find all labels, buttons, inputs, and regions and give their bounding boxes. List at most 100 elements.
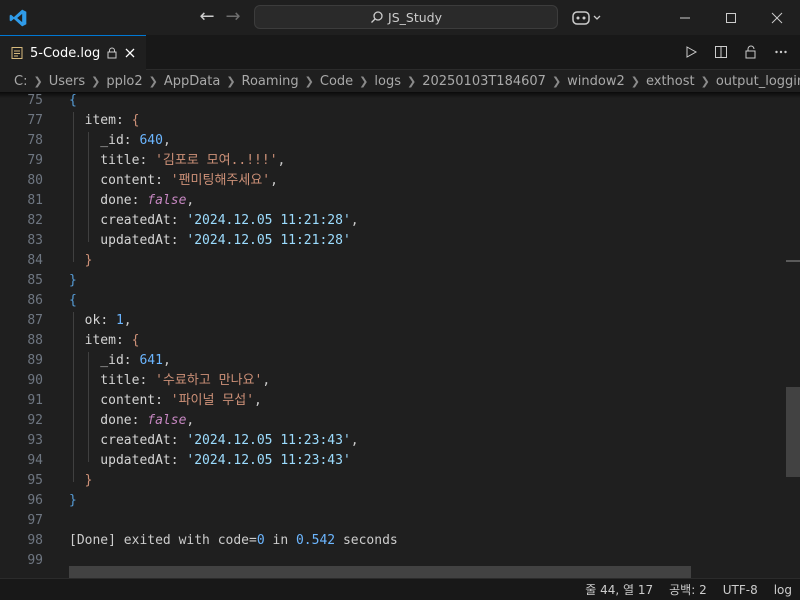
- code-line[interactable]: 98 [Done] exited with code=0 in 0.542 sec…: [0, 531, 786, 551]
- code-token: [Done] exited with code=: [69, 533, 257, 548]
- file-log-icon: [11, 47, 23, 59]
- maximize-icon[interactable]: [708, 0, 754, 35]
- minimize-icon[interactable]: [662, 0, 708, 35]
- arrow-left-icon[interactable]: ←: [196, 7, 218, 29]
- code-token: ,: [186, 413, 195, 428]
- arrow-right-icon[interactable]: →: [222, 7, 244, 29]
- code-line[interactable]: 97: [0, 511, 786, 531]
- code-line[interactable]: 94 updatedAt: '2024.12.05 11:23:43': [0, 451, 786, 471]
- breadcrumb-item[interactable]: pplo2: [106, 74, 142, 89]
- chevron-right-icon: ❯: [304, 74, 314, 88]
- breadcrumb-item[interactable]: Roaming: [242, 74, 299, 89]
- code-text: item: {: [69, 111, 140, 131]
- breadcrumb-item[interactable]: logs: [374, 74, 401, 89]
- code-line[interactable]: 85}: [0, 271, 786, 291]
- close-icon[interactable]: [754, 0, 800, 35]
- code-line[interactable]: 80 content: '팬미팅해주세요',: [0, 171, 786, 191]
- search-label: JS_Study: [388, 9, 442, 25]
- breadcrumb-item[interactable]: AppData: [164, 74, 220, 89]
- editor[interactable]: 75{77 item: {78 _id: 640, 79 title: '김포로 …: [0, 92, 800, 578]
- code-line[interactable]: 91 content: '파이널 무섭',: [0, 391, 786, 411]
- code-line[interactable]: 86 {: [0, 291, 786, 311]
- breadcrumb-item[interactable]: exthost: [646, 74, 695, 89]
- code-token: {: [69, 93, 77, 108]
- chevron-right-icon: ❯: [406, 74, 417, 88]
- code-token: content: [69, 173, 156, 188]
- code-line[interactable]: 77 item: {: [0, 111, 786, 131]
- code-line[interactable]: 90 title: '수료하고 만나요',: [0, 371, 786, 391]
- split-editor-icon[interactable]: [712, 43, 730, 61]
- code-token: done: [69, 413, 132, 428]
- code-line[interactable]: 95 }: [0, 471, 786, 491]
- breadcrumb-item[interactable]: output_logging_20250103T184627: [716, 74, 800, 89]
- code-token: :: [123, 133, 140, 148]
- code-line[interactable]: 96}: [0, 491, 786, 511]
- code-token: createdAt: [69, 213, 171, 228]
- code-line[interactable]: 78 _id: 640,: [0, 131, 786, 151]
- copilot-icon[interactable]: [570, 8, 604, 28]
- run-icon[interactable]: [682, 43, 700, 61]
- code-text: title: '김포로 모여..!!!',: [69, 151, 285, 171]
- tab-5-code-log[interactable]: 5-Code.log: [0, 35, 146, 70]
- code-line[interactable]: 84 }: [0, 251, 786, 271]
- code-token: 0.542: [295, 533, 336, 548]
- breadcrumb: C: ❯ Users ❯ pplo2 ❯ AppData ❯ Roaming ❯ Code ❯ logs…: [0, 70, 800, 92]
- more-actions-icon[interactable]: [772, 43, 790, 61]
- code-text: }: [69, 251, 93, 271]
- breadcrumb-item[interactable]: 20250103T184607: [422, 74, 546, 89]
- code-token: '2024.12.05 11:23:43': [186, 433, 351, 448]
- cursor-position[interactable]: 줄 44, 열 17: [577, 581, 661, 598]
- code-token: :: [155, 173, 171, 188]
- code-token: :: [155, 393, 171, 408]
- vscode-logo-icon[interactable]: [8, 8, 28, 28]
- code-token: _id: [69, 133, 124, 148]
- chevron-right-icon: ❯: [148, 74, 158, 88]
- code-token: 0: [256, 533, 265, 548]
- code-token: '2024.12.05 11:23:43': [186, 453, 351, 468]
- line-number: 85: [27, 273, 43, 288]
- vertical-scrollbar[interactable]: [786, 387, 800, 477]
- breadcrumb-item[interactable]: window2: [567, 74, 625, 89]
- line-number: 78: [27, 133, 43, 148]
- code-line[interactable]: 87 ok: 1,: [0, 311, 786, 331]
- line-number: 92: [27, 413, 43, 428]
- code-token: {: [69, 293, 77, 308]
- code-line[interactable]: 75 {: [0, 92, 786, 111]
- code-token: ,: [277, 153, 286, 168]
- encoding[interactable]: UTF-8: [715, 583, 766, 597]
- code-text: content: '팬미팅해주세요',: [69, 171, 278, 191]
- code-text: done: false,: [69, 191, 194, 211]
- language-mode[interactable]: log: [766, 583, 800, 597]
- code-token: :: [139, 153, 156, 168]
- breadcrumb-item[interactable]: Users: [49, 74, 85, 89]
- code-token: '팬미팅해주세요': [170, 173, 271, 188]
- code-token: '파이널 무섭': [170, 393, 255, 408]
- line-number: 99: [27, 553, 43, 568]
- code-token: '2024.12.05 11:21:28': [186, 233, 351, 248]
- line-number: 91: [27, 393, 43, 408]
- status-bar: 줄 44, 열 17 공백: 2 UTF-8 log: [0, 578, 800, 600]
- code-token: ,: [186, 193, 195, 208]
- code-line[interactable]: 82 createdAt: '2024.12.05 11:21:28',: [0, 211, 786, 231]
- code-line[interactable]: 83 updatedAt: '2024.12.05 11:21:28': [0, 231, 786, 251]
- line-number: 84: [27, 253, 43, 268]
- command-center-search[interactable]: JS_Study: [254, 5, 558, 29]
- code-line[interactable]: 89 _id: 641,: [0, 351, 786, 371]
- unlock-icon[interactable]: [742, 43, 760, 61]
- indentation[interactable]: 공백: 2: [661, 581, 715, 598]
- close-tab-icon[interactable]: [124, 47, 136, 59]
- code-line[interactable]: 92 done: false,: [0, 411, 786, 431]
- code-line[interactable]: 99: [0, 551, 786, 571]
- chevron-right-icon: ❯: [700, 74, 710, 88]
- code-token: :: [170, 453, 187, 468]
- breadcrumb-item[interactable]: C:: [14, 74, 27, 89]
- code-line[interactable]: 93 createdAt: '2024.12.05 11:23:43',: [0, 431, 786, 451]
- code-line[interactable]: 88 item: {: [0, 331, 786, 351]
- code-text: {: [69, 92, 77, 111]
- code-line[interactable]: 81 done: false,: [0, 191, 786, 211]
- lock-icon: [107, 47, 117, 59]
- breadcrumb-item[interactable]: Code: [320, 74, 353, 89]
- line-number: 83: [27, 233, 43, 248]
- code-line[interactable]: 79 title: '김포로 모여..!!!',: [0, 151, 786, 171]
- line-number: 88: [27, 333, 43, 348]
